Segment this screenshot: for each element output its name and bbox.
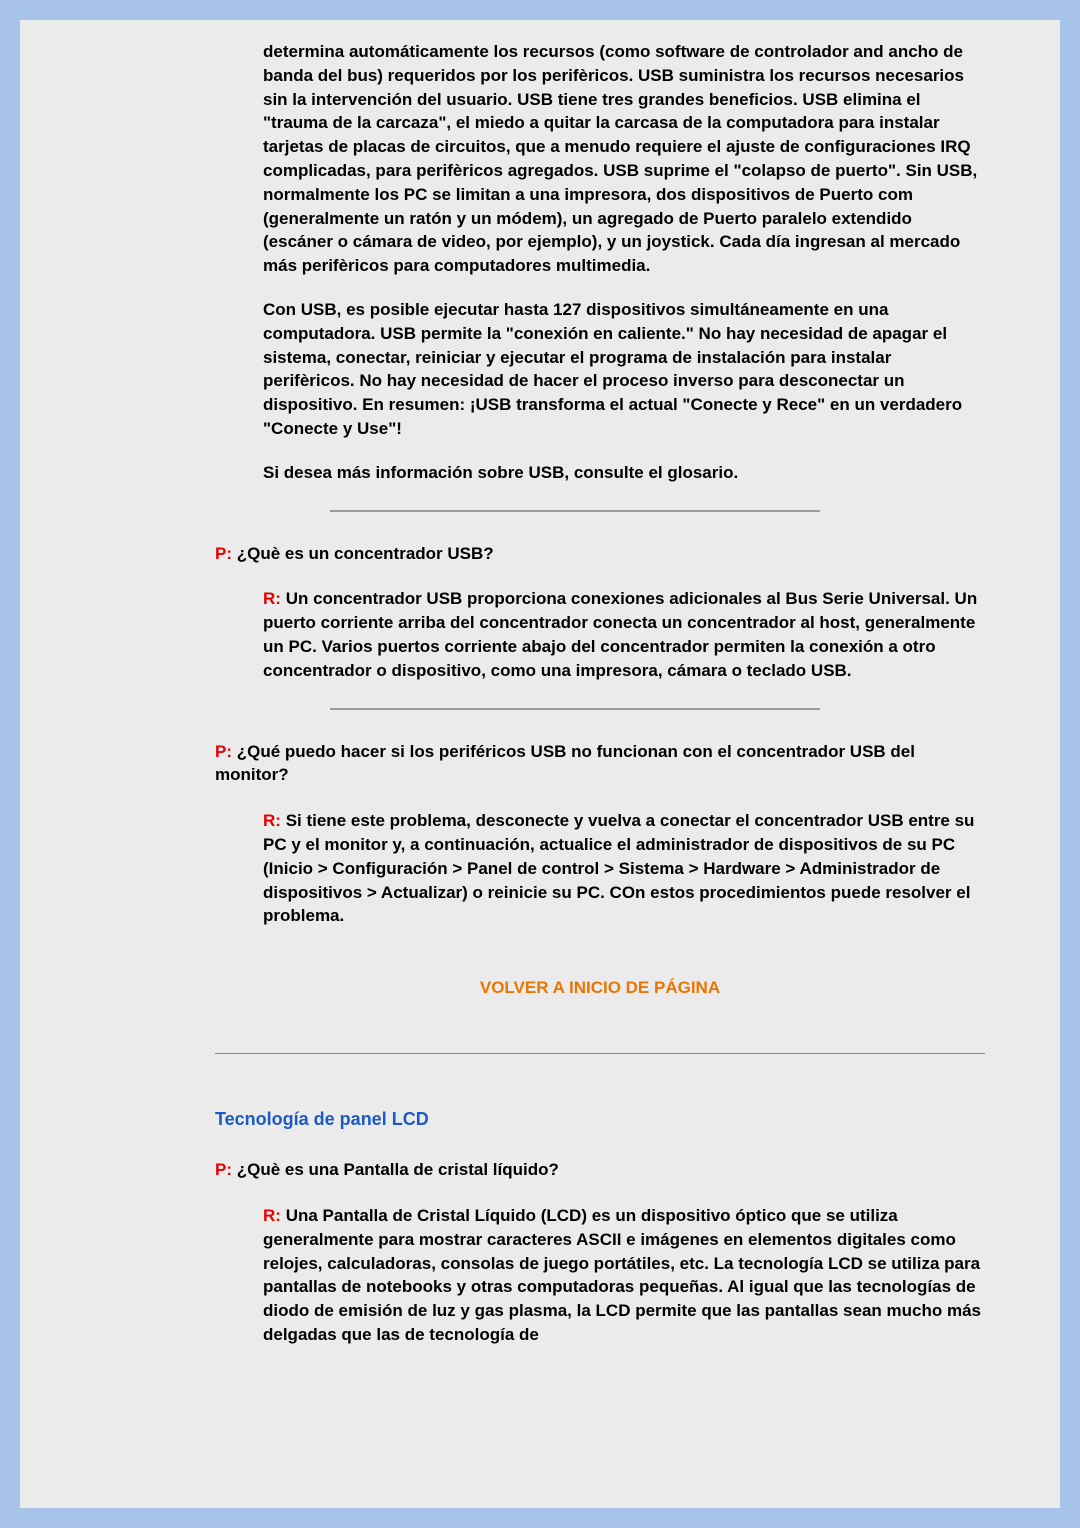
answer-text: Una Pantalla de Cristal Líquido (LCD) es… bbox=[263, 1206, 981, 1344]
usb-intro-para2: Con USB, es posible ejecutar hasta 127 d… bbox=[263, 298, 985, 441]
usb-intro-paragraphs: determina automáticamente los recursos (… bbox=[263, 40, 985, 485]
divider bbox=[330, 708, 820, 710]
faq-question-1: P: ¿Què es un concentrador USB? bbox=[215, 542, 985, 566]
answer-label: R: bbox=[263, 811, 281, 830]
answer-label: R: bbox=[263, 589, 281, 608]
section-divider bbox=[215, 1053, 985, 1054]
question-label: P: bbox=[215, 544, 232, 563]
answer-label: R: bbox=[263, 1206, 281, 1225]
faq-answer-2: R: Si tiene este problema, desconecte y … bbox=[263, 809, 985, 928]
question-text: ¿Què es una Pantalla de cristal líquido? bbox=[237, 1160, 559, 1179]
question-text: ¿Què es un concentrador USB? bbox=[237, 544, 494, 563]
question-label: P: bbox=[215, 742, 232, 761]
faq-question-2: P: ¿Qué puedo hacer si los periféricos U… bbox=[215, 740, 985, 788]
content-area: determina automáticamente los recursos (… bbox=[215, 40, 1035, 1347]
document-page: determina automáticamente los recursos (… bbox=[20, 20, 1060, 1508]
faq-answer-3: R: Una Pantalla de Cristal Líquido (LCD)… bbox=[263, 1204, 985, 1347]
faq-answer-1: R: Un concentrador USB proporciona conex… bbox=[263, 587, 985, 682]
back-to-top-link[interactable]: VOLVER A INICIO DE PÁGINA bbox=[215, 978, 985, 998]
usb-intro-para3: Si desea más información sobre USB, cons… bbox=[263, 461, 985, 485]
usb-intro-para1: determina automáticamente los recursos (… bbox=[263, 40, 985, 278]
question-label: P: bbox=[215, 1160, 232, 1179]
answer-text: Un concentrador USB proporciona conexion… bbox=[263, 589, 977, 679]
faq-question-3: P: ¿Què es una Pantalla de cristal líqui… bbox=[215, 1158, 985, 1182]
divider bbox=[330, 510, 820, 512]
section-title-lcd: Tecnología de panel LCD bbox=[215, 1109, 985, 1130]
answer-text: Si tiene este problema, desconecte y vue… bbox=[263, 811, 974, 925]
question-text: ¿Qué puedo hacer si los periféricos USB … bbox=[215, 742, 915, 785]
